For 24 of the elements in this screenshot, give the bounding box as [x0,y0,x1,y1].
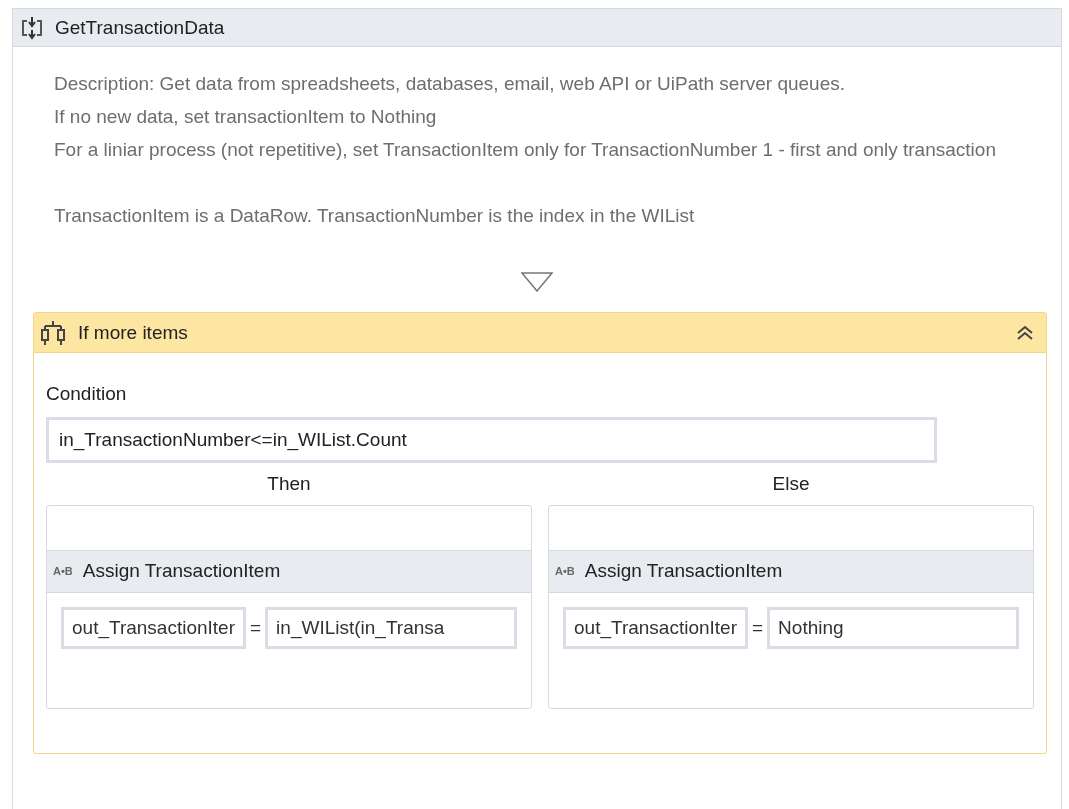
assign-to-field[interactable]: out_TransactionIter [563,606,748,649]
assign-title: Assign TransactionItem [82,560,281,582]
description-text: For a liniar process (not repetitive), set TransactionItem only for TransactionNumber 1 - first and only transaction [54,138,997,162]
equals-sign: = [752,616,764,639]
sequence-title: GetTransactionData [55,16,225,39]
branch-label: Then [267,473,311,496]
drop-triangle-icon [521,272,553,292]
description-text: If no new data, set transactionItem to Nothing [54,105,438,129]
condition-label: Condition [46,383,128,405]
if-activity-title: If more items [78,321,189,344]
assign-value-field[interactable]: in_WIList(in_Transa [265,606,517,649]
assign-to-field[interactable]: out_TransactionIter [61,606,246,649]
sequence-icon [21,15,43,40]
description-text: TransactionItem is a DataRow. TransactionNumber is the index in the WIList [54,204,696,228]
description-text: Description: Get data from spreadsheets, databases, email, web API or UiPath server queues. [54,72,846,96]
branch-label: Else [772,473,810,496]
assign-title: Assign TransactionItem [584,560,783,582]
branch-icon [40,319,66,346]
assign-icon: A•B [555,565,575,577]
condition-field[interactable]: in_TransactionNumber<=in_WIList.Count [46,417,937,463]
collapse-icon[interactable] [1016,324,1034,341]
assign-value-field[interactable]: Nothing [767,606,1019,649]
assign-icon: A•B [53,565,73,577]
equals-sign: = [250,616,262,639]
